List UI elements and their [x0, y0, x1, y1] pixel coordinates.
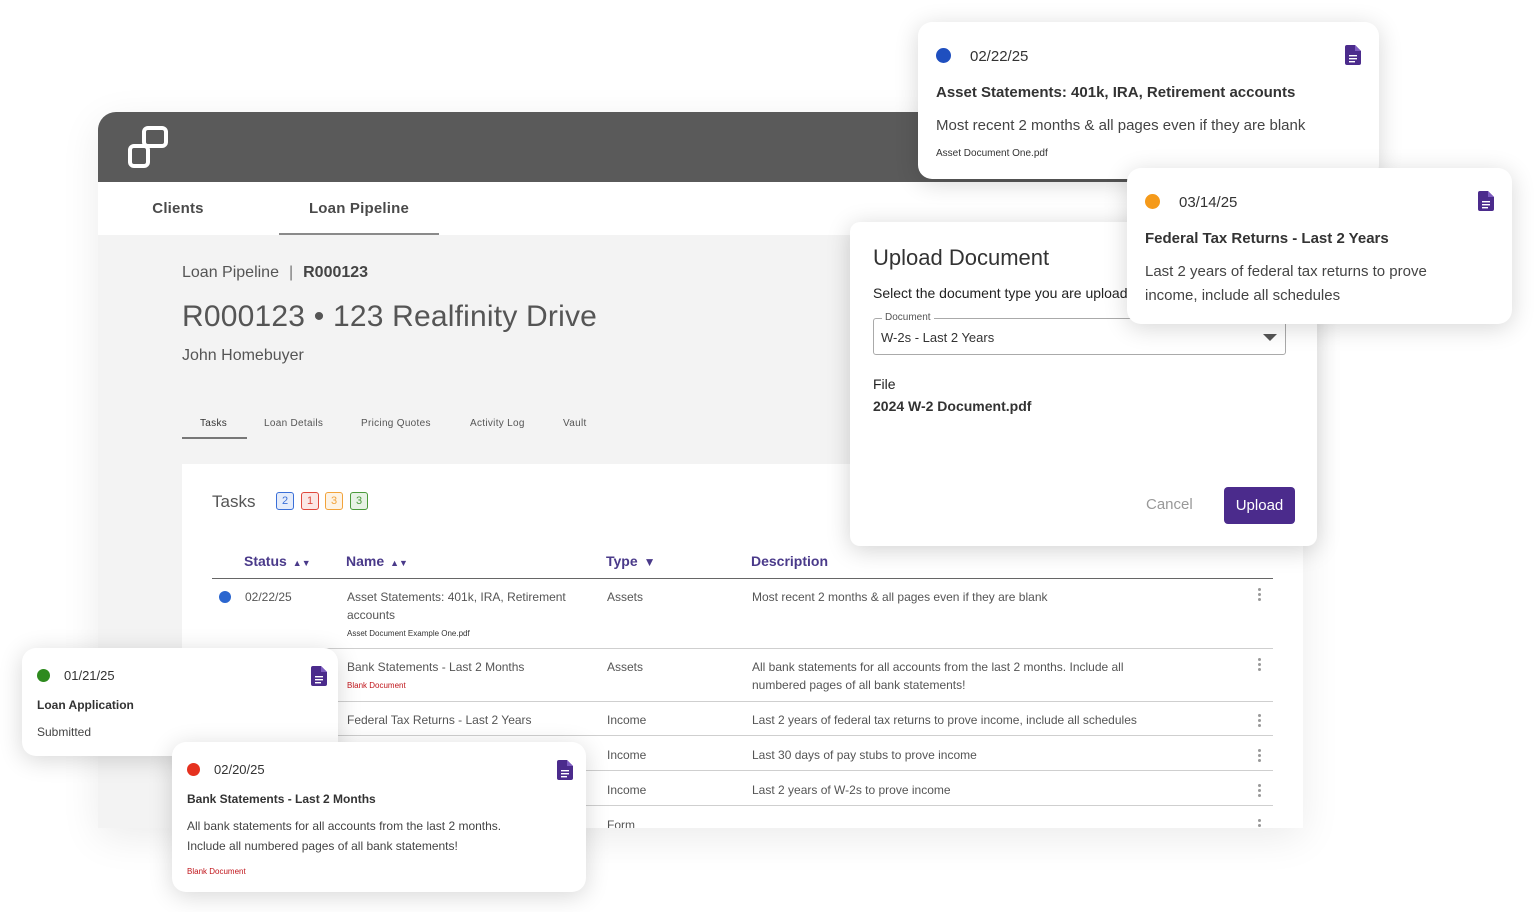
row-type: Income [607, 783, 647, 797]
task-card-federal-tax-returns[interactable]: 03/14/25 Federal Tax Returns - Last 2 Ye… [1127, 168, 1512, 324]
tab-loan-pipeline[interactable]: Loan Pipeline [279, 182, 439, 235]
task-card-loan-application[interactable]: 01/21/25 Loan Application Submitted [22, 648, 338, 756]
card-description-cont: income, include all schedules [1145, 287, 1341, 304]
row-description: All bank statements for all accounts fro… [752, 660, 1124, 674]
logo-icon [128, 126, 168, 168]
more-options-icon[interactable] [1257, 588, 1261, 603]
card-title: Bank Statements - Last 2 Months [187, 792, 376, 806]
row-type: Income [607, 713, 647, 727]
card-date: 03/14/25 [1179, 194, 1238, 211]
row-description-cont: numbered pages of all bank statements! [752, 678, 966, 692]
status-dot [936, 48, 951, 63]
file-label: File [873, 376, 896, 392]
count-badge-blue: 2 [276, 492, 294, 510]
card-description: Most recent 2 months & all pages even if… [936, 117, 1306, 134]
more-options-icon[interactable] [1257, 819, 1261, 828]
breadcrumb: Loan Pipeline | R000123 [182, 264, 368, 282]
document-icon[interactable] [311, 666, 327, 686]
card-title: Federal Tax Returns - Last 2 Years [1145, 230, 1389, 247]
column-description: Description [751, 553, 829, 569]
more-options-icon[interactable] [1257, 784, 1261, 799]
breadcrumb-current: R000123 [303, 264, 369, 281]
row-type: Assets [607, 590, 644, 604]
row-divider [212, 701, 1273, 702]
modal-title: Upload Document [873, 245, 1050, 270]
row-type: Income [607, 748, 647, 762]
modal-instruction: Select the document type you are uploadi… [873, 285, 1133, 301]
row-status-date: 02/22/25 [245, 590, 292, 604]
status-dot [219, 591, 231, 603]
document-icon[interactable] [1478, 191, 1494, 211]
subtab-pricing-quotes[interactable]: Pricing Quotes [361, 418, 431, 429]
count-badge-orange: 3 [325, 492, 343, 510]
more-options-icon[interactable] [1257, 749, 1261, 764]
document-icon[interactable] [557, 760, 573, 780]
card-description: Last 2 years of federal tax returns to p… [1145, 263, 1427, 280]
card-date: 02/22/25 [970, 48, 1029, 65]
count-badge-green: 3 [350, 492, 368, 510]
status-dot [37, 669, 50, 682]
count-badge-red: 1 [301, 492, 319, 510]
row-description: Last 2 years of W-2s to prove income [752, 783, 951, 797]
card-title: Loan Application [37, 698, 134, 712]
column-type[interactable]: Type ▼ [606, 553, 656, 569]
row-description: Most recent 2 months & all pages even if… [752, 590, 1048, 604]
cancel-button[interactable]: Cancel [1146, 496, 1193, 513]
subtab-activity-log[interactable]: Activity Log [470, 418, 525, 429]
row-divider [212, 735, 1273, 736]
tab-clients[interactable]: Clients [98, 182, 258, 235]
sort-icon[interactable]: ▲▼ [390, 558, 408, 568]
select-label: Document [882, 312, 934, 323]
status-dot [1145, 194, 1160, 209]
blank-document-tag: Blank Document [347, 681, 406, 690]
card-date: 02/20/25 [214, 762, 265, 777]
row-file[interactable]: Asset Document Example One.pdf [347, 629, 470, 638]
card-date: 01/21/25 [64, 668, 115, 683]
document-icon[interactable] [1345, 45, 1361, 65]
file-name: 2024 W-2 Document.pdf [873, 398, 1032, 414]
subtab-active-indicator [182, 437, 247, 439]
breadcrumb-parent[interactable]: Loan Pipeline [182, 264, 279, 281]
card-description: All bank statements for all accounts fro… [187, 819, 502, 833]
row-name: Bank Statements - Last 2 Months [347, 660, 525, 674]
client-name: John Homebuyer [182, 347, 304, 364]
header-divider [212, 578, 1273, 579]
breadcrumb-separator: | [288, 264, 294, 281]
row-divider [212, 648, 1273, 649]
upload-button[interactable]: Upload [1224, 487, 1295, 524]
more-options-icon[interactable] [1257, 658, 1261, 673]
subtab-tasks[interactable]: Tasks [200, 418, 227, 429]
dropdown-arrow-icon[interactable] [1263, 334, 1277, 341]
card-file[interactable]: Asset Document One.pdf [936, 148, 1048, 159]
column-name[interactable]: Name ▲▼ [346, 553, 408, 569]
sort-icon[interactable]: ▲▼ [293, 558, 311, 568]
row-name: Federal Tax Returns - Last 2 Years [347, 713, 532, 727]
subtab-loan-details[interactable]: Loan Details [264, 418, 323, 429]
row-description: Last 2 years of federal tax returns to p… [752, 713, 1137, 727]
more-options-icon[interactable] [1257, 714, 1261, 729]
card-title: Asset Statements: 401k, IRA, Retirement … [936, 84, 1296, 101]
status-dot [187, 763, 200, 776]
task-card-asset-statements[interactable]: 02/22/25 Asset Statements: 401k, IRA, Re… [918, 22, 1379, 179]
column-status[interactable]: Status ▲▼ [244, 553, 311, 569]
card-description: Submitted [37, 725, 92, 739]
filter-icon[interactable]: ▼ [644, 555, 656, 569]
row-description: Last 30 days of pay stubs to prove incom… [752, 748, 977, 762]
task-card-bank-statements[interactable]: 02/20/25 Bank Statements - Last 2 Months… [172, 742, 586, 892]
select-value: W-2s - Last 2 Years [881, 330, 995, 345]
row-type: Assets [607, 660, 644, 674]
subtab-vault[interactable]: Vault [563, 418, 587, 429]
card-description-cont: Include all numbered pages of all bank s… [187, 839, 458, 853]
row-type: Form [607, 818, 635, 828]
row-name-cont: accounts [347, 608, 396, 622]
tasks-title: Tasks [212, 492, 256, 511]
row-name: Asset Statements: 401k, IRA, Retirement [347, 590, 566, 604]
page-title: R000123 • 123 Realfinity Drive [182, 300, 598, 333]
blank-document-tag: Blank Document [187, 867, 246, 876]
